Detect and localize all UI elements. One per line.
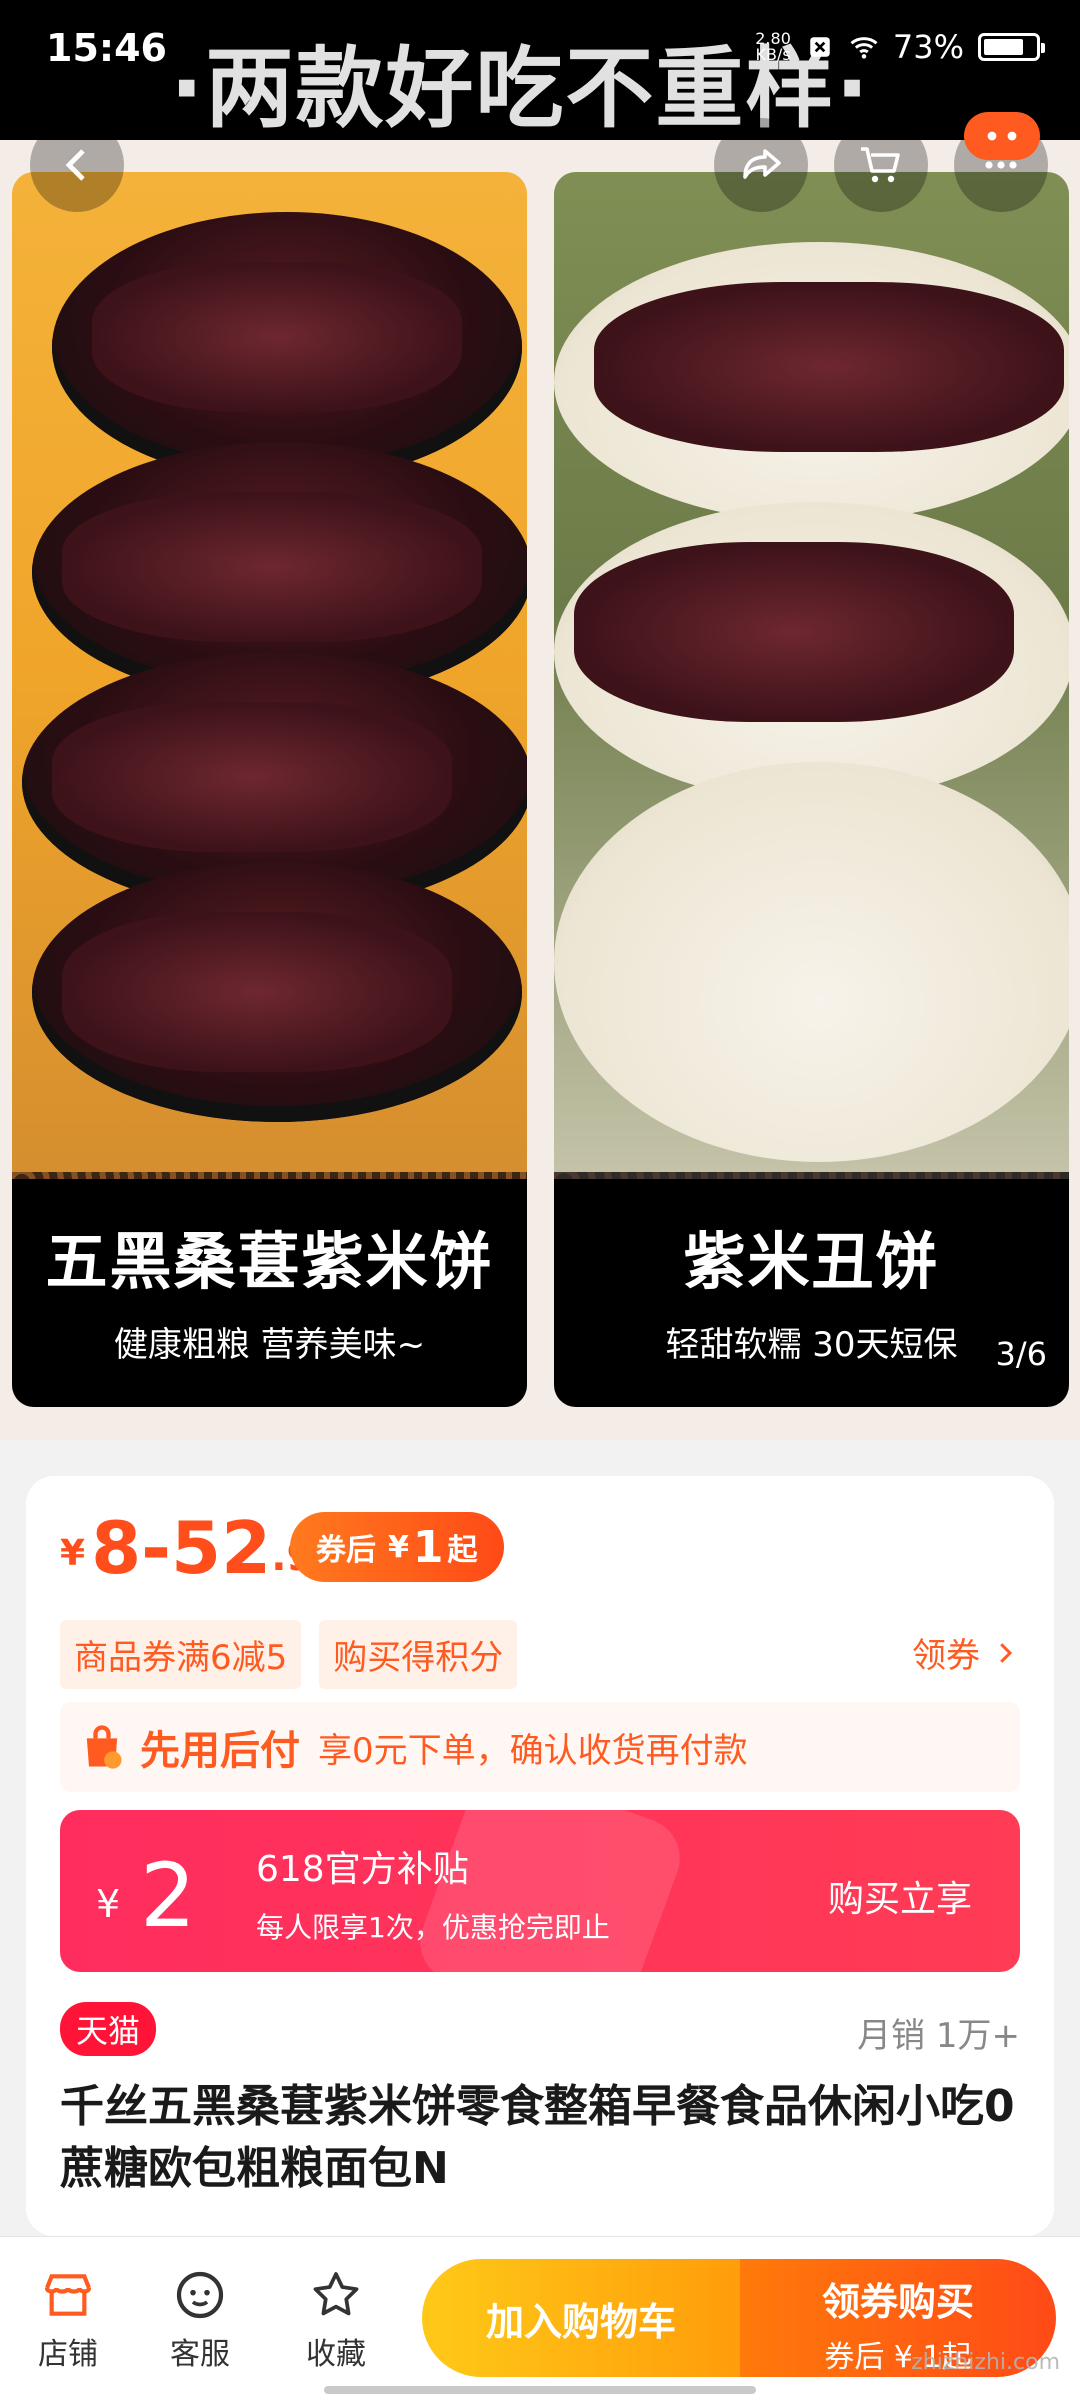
coupon-prefix: 券后 (316, 1533, 376, 1568)
shopping-cart-icon (861, 147, 900, 183)
pay-later-description: 享0元下单，确认收货再付款 (318, 1730, 748, 1771)
share-button[interactable] (714, 118, 808, 212)
add-to-cart-button[interactable]: 加入购物车 (422, 2259, 740, 2377)
gallery-card-purple-rice-cake: 紫米丑饼 轻甜软糯 30天短保 3/6 (554, 172, 1069, 1407)
store-icon (44, 2274, 92, 2316)
favorite-button[interactable]: 收藏 (286, 2267, 386, 2373)
coupon-amount: 1 (412, 1521, 444, 1573)
pay-later-banner[interactable]: 先用后付 享0元下单，确认收货再付款 (60, 1702, 1020, 1792)
home-indicator[interactable] (324, 2386, 756, 2394)
status-icons: 2.80 KB/s 73% (755, 28, 1045, 66)
customer-service-label: 客服 (170, 2337, 230, 2372)
right-caption-title: 紫米丑饼 (683, 1225, 940, 1298)
price: ¥ 8-52 .9 (60, 1512, 314, 1584)
cart-button[interactable] (834, 118, 928, 212)
right-caption: 紫米丑饼 轻甜软糯 30天短保 3/6 (554, 1179, 1069, 1407)
product-title: 千丝五黑桑葚紫米饼零食整箱早餐食品休闲小吃0蔗糖欧包粗粮面包N (60, 2081, 1015, 2194)
after-coupon-price-badge: 券后 ¥ 1 起 (290, 1512, 504, 1582)
get-coupon-link[interactable]: 领券 (912, 1628, 1020, 1677)
chat-face-icon (176, 2271, 224, 2319)
network-speed-unit: KB/s (755, 45, 791, 64)
shopping-bag-icon (86, 1725, 122, 1769)
share-icon (743, 149, 781, 179)
back-button[interactable] (30, 118, 124, 212)
store-button[interactable]: 店铺 (18, 2267, 118, 2373)
left-caption-title: 五黑桑葚紫米饼 (45, 1225, 494, 1298)
battery-percent: 73% (892, 28, 964, 66)
gallery-page-indicator: 3/6 (995, 1335, 1048, 1373)
promo-tags: 商品券满6减5 购买得积分 (60, 1620, 518, 1689)
tmall-badge: 天猫 (60, 2002, 157, 2056)
subsidy-currency: ¥ (96, 1882, 121, 1926)
wifi-icon (849, 32, 879, 62)
star-icon (313, 2272, 359, 2316)
subsidy-amount: 2 (140, 1844, 196, 1947)
battery-icon (978, 33, 1045, 61)
notification-icon (805, 32, 835, 62)
gallery-card-black-cake: 五黑桑葚紫米饼 健康粗粮 营养美味~ (12, 172, 527, 1407)
add-to-cart-label: 加入购物车 (485, 2299, 676, 2344)
subsidy-description: 每人限享1次，优惠抢完即止 (256, 1911, 610, 1944)
coupon-suffix: 起 (447, 1533, 478, 1568)
chat-dots-icon (987, 131, 1017, 141)
coupon-buy-title: 领券购买 (821, 2280, 974, 2324)
customer-service-button[interactable]: 客服 (150, 2267, 250, 2373)
bottom-action-bar: 店铺 客服 收藏 加入购物车 领券购买 券后 ¥ 1起 (0, 2236, 1080, 2401)
pay-later-title: 先用后付 (140, 1728, 300, 1774)
left-caption-subtitle: 健康粗粮 营养美味~ (113, 1325, 426, 1365)
price-main: 8-52 (91, 1506, 272, 1590)
subsidy-action[interactable]: 购买立享 (828, 1870, 972, 1922)
chevron-left-icon (65, 149, 85, 181)
official-subsidy-banner[interactable]: ¥ 2 618官方补贴 每人限享1次，优惠抢完即止 购买立享 (60, 1810, 1020, 1972)
price-currency: ¥ (60, 1533, 86, 1574)
get-coupon-label: 领券 (912, 1636, 980, 1676)
coupon-currency: ¥ (388, 1529, 409, 1565)
promo-tag[interactable]: 购买得积分 (319, 1620, 518, 1689)
store-label: 店铺 (38, 2337, 98, 2372)
right-caption-subtitle: 轻甜软糯 30天短保 (665, 1325, 958, 1365)
subsidy-title: 618官方补贴 (256, 1849, 469, 1890)
chevron-right-icon (1000, 1642, 1013, 1663)
favorite-label: 收藏 (306, 2337, 366, 2372)
left-caption: 五黑桑葚紫米饼 健康粗粮 营养美味~ (12, 1179, 527, 1407)
promo-tag[interactable]: 商品券满6减5 (60, 1620, 302, 1689)
product-image-gallery[interactable]: 五黑桑葚紫米饼 健康粗粮 营养美味~ 紫米丑饼 轻甜软糯 30天短保 3/6 (0, 140, 1080, 1440)
network-speed: 2.80 KB/s (755, 31, 791, 63)
message-badge[interactable] (964, 112, 1040, 160)
cake-image (554, 762, 1069, 1162)
status-time: 15:46 (46, 26, 167, 70)
product-info-card: ¥ 8-52 .9 券后 ¥ 1 起 商品券满6减5 购买得积分 领券 先用后付… (26, 1476, 1054, 2236)
watermark: zhizhizhi.com (911, 2350, 1060, 2375)
status-bar: ·两款好吃不重样· 15:46 2.80 KB/s 73% (0, 0, 1080, 140)
monthly-sales: 月销 1万+ (857, 2016, 1020, 2056)
